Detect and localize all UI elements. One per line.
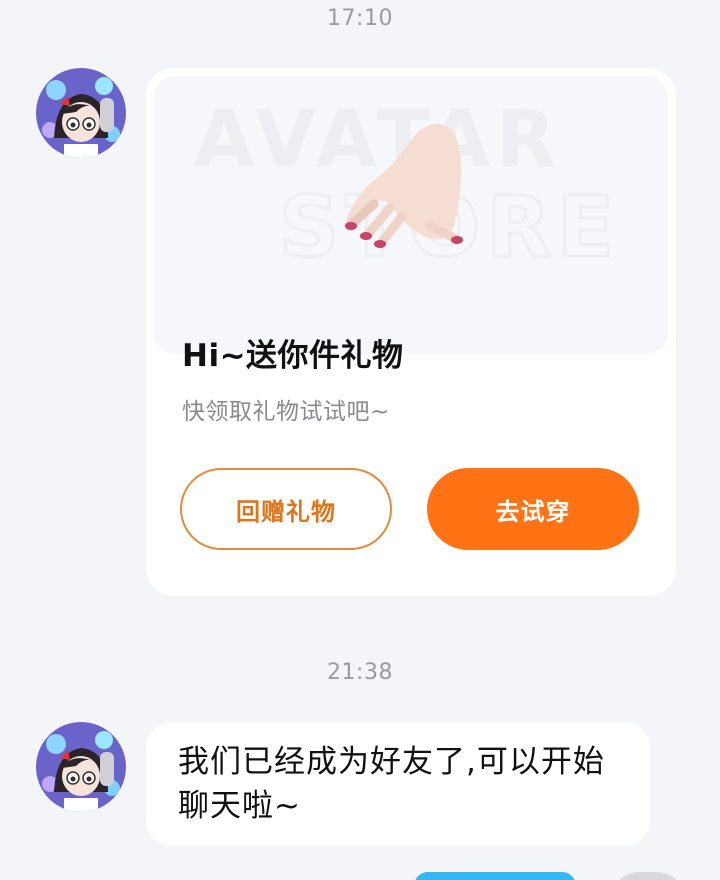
gift-card-subtitle: 快领取礼物试试吧~ [182, 399, 390, 425]
own-avatar[interactable] [610, 872, 686, 880]
message-bubble[interactable]: 我们已经成为好友了,可以开始聊天啦~ [146, 722, 650, 846]
sent-message-bubble[interactable] [414, 872, 576, 880]
avatar[interactable] [36, 68, 126, 158]
hand-illustration: AVATAR STORE [194, 95, 616, 278]
timestamp: 17:10 [327, 6, 393, 31]
try-on-button[interactable]: 去试穿 [427, 468, 639, 550]
svg-text:AVATAR: AVATAR [194, 95, 562, 185]
gift-card-title: Hi~送你件礼物 [182, 338, 404, 374]
chat-screen: 17:10 AVATAR STORE [0, 0, 720, 880]
timestamp: 21:38 [327, 660, 393, 685]
return-gift-button[interactable]: 回赠礼物 [180, 468, 392, 550]
avatar-image [36, 68, 126, 158]
gift-card[interactable]: AVATAR STORE Hi~送你件礼物 快领取礼物试试吧~ 回赠礼物 去试穿 [146, 68, 676, 596]
avatar[interactable] [36, 722, 126, 812]
avatar-store-banner[interactable]: AVATAR STORE [154, 76, 668, 354]
avatar-image [36, 722, 126, 812]
